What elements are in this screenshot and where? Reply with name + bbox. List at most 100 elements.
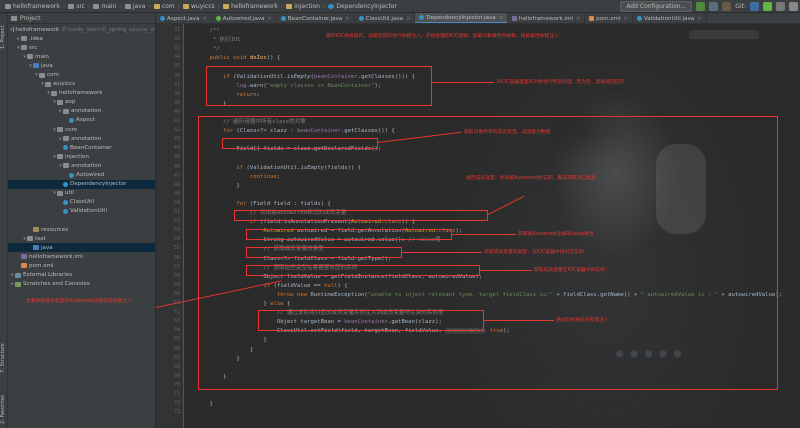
tree-item[interactable]: ▸ Scratches and Consoles [8,280,155,289]
annotation-box-setfield [258,310,484,331]
tree-item[interactable]: java [8,243,155,253]
tree-item[interactable]: pom.xml [8,261,155,270]
editor-tab[interactable]: BeanContainer.java × [277,13,355,23]
close-icon[interactable]: × [268,16,272,22]
breadcrumb-item[interactable]: wuyiccs [180,3,218,10]
tree-item[interactable]: ▾ src [8,43,155,52]
history-icon[interactable] [776,2,785,11]
tree-item[interactable]: ▾ test [8,234,155,243]
line-number: 55 [173,245,180,252]
code-line[interactable]: } [196,400,212,409]
annotation-note-instance: 获取成员变量在IOC容器中的实例 [534,268,605,273]
close-icon[interactable]: × [499,15,503,21]
tree-item[interactable]: ClassUtil [8,198,155,207]
pkgf-icon [63,163,69,169]
code-line[interactable]: * 执行IOC [196,36,241,45]
tree-item[interactable]: Aspect [8,116,155,125]
tool-tab-favorites[interactable]: 2: Favorites [0,393,8,425]
editor-tab-label: helloframework.iml [518,15,573,22]
breadcrumb-item[interactable]: src [65,3,88,10]
editor-tab[interactable]: pom.xml × [585,13,633,23]
line-number: 33 [173,45,180,52]
folder-icon [124,3,131,9]
tree-item[interactable]: BeanContainer [8,143,155,152]
editor-tab[interactable]: DependencyInjector.java × [415,13,508,23]
annotation-note-top: 循环IOC相关操作，加载完成的进行依赖注入，开始处理的IOC逻辑：加载对象属性的… [326,34,559,39]
tree-item-label: Autowired [76,172,105,179]
code-line[interactable]: /** [196,27,219,36]
git-commit-icon[interactable] [763,2,772,11]
tree-item[interactable]: ▾ core [8,125,155,134]
class-icon [63,145,68,151]
editor-tab-label: Autowired.java [222,15,265,22]
debug-icon[interactable] [709,2,719,11]
tool-tab-structure[interactable]: 7: Structure [0,343,8,373]
breadcrumb-item[interactable]: helloframework [220,3,281,10]
editor-tab[interactable]: Aspect.java × [156,13,212,23]
tree-item[interactable]: ▸ External Libraries [8,271,155,280]
tree-item[interactable]: ▾ wuyiccs [8,80,155,89]
breadcrumb-item[interactable]: com [151,3,178,10]
breadcrumb-item[interactable]: injection [283,3,323,10]
tree-item[interactable]: ▸ annotation [8,107,155,116]
tree-item-label: injection [65,153,89,160]
close-icon[interactable]: × [697,16,701,22]
line-number: 47 [173,172,180,179]
tree-item[interactable]: ▾ util [8,189,155,198]
tree-item-path: D:\code_learn\0_spring_source_w [62,26,155,33]
git-update-icon[interactable] [750,2,759,11]
tree-item[interactable]: ▸ .idea [8,34,155,43]
breadcrumb-item[interactable]: DependencyInjector [325,3,400,10]
editor-tab[interactable]: ClassUtil.java × [355,13,416,23]
code-line[interactable]: public void doIoc() { [196,54,280,63]
code-line[interactable]: */ [196,45,220,54]
annotation-note-fields: 获取对象所有的成员变量，返回值为数组 [464,130,551,135]
close-icon[interactable]: × [203,16,207,22]
tree-item[interactable]: ▾ com [8,70,155,79]
code-editor[interactable]: ● ● ● ● ● 31 32 33 34 35 36 37 38 39 40 41 42 43 44 45… [156,24,800,428]
class-icon [328,3,335,9]
close-icon[interactable]: × [406,16,410,22]
tree-item[interactable]: ▾ annotation [8,161,155,170]
tree-item-label: test [35,235,46,242]
tree-item[interactable]: ▾ injection [8,152,155,161]
annotation-note-type: 获取成员变量的类型，在IOC容器中找对应实例 [484,250,584,255]
project-panel-title[interactable]: Project [20,15,41,22]
tree-item[interactable]: helloframework.iml [8,252,155,261]
breadcrumb-item[interactable]: helloframework [2,3,63,10]
tree-item[interactable]: ▾ java [8,61,155,70]
annotation-box-autowired-value [246,229,452,240]
close-icon[interactable]: × [576,16,580,22]
stop-icon[interactable] [722,2,732,11]
tree-item[interactable]: ▸ annotation [8,134,155,143]
line-number: 45 [173,154,180,161]
tool-tab-project[interactable]: 1: Project [0,17,8,57]
breadcrumb-item[interactable]: java [122,3,149,10]
xml-file-icon [589,16,595,21]
tree-item[interactable]: ▾ helloframework [8,89,155,98]
run-icon[interactable] [696,2,706,11]
editor-tab[interactable]: helloframework.iml × [508,13,586,23]
line-number: 51 [173,209,180,215]
class-icon [63,199,68,205]
editor-tab[interactable]: Autowired.java × [212,13,277,23]
tree-item[interactable]: DependencyInjector [8,179,155,189]
tree-item[interactable]: ▾ helloframework D:\code_learn\0_spring_so… [8,25,155,34]
breadcrumb-item[interactable]: main [90,3,119,10]
close-icon[interactable]: × [624,16,628,22]
tree-item[interactable]: ValidationUtil [8,207,155,216]
line-number: 69 [173,372,180,379]
close-icon[interactable]: × [345,16,349,22]
line-number: 54 [173,236,180,243]
breadcrumb-label: com [161,2,175,10]
folder-icon [21,36,27,42]
tree-item[interactable]: Autowired [8,171,155,180]
tree-item[interactable]: resources [8,225,155,234]
add-configuration-button[interactable]: Add Configuration... [620,1,693,12]
editor-tab[interactable]: ValidationUtil.java × [633,13,707,23]
search-icon[interactable] [789,2,798,11]
tree-item[interactable]: ▾ main [8,52,155,61]
tree-item[interactable]: ▾ aop [8,98,155,107]
line-number: 73 [173,409,180,416]
breadcrumb-label: src [76,2,85,10]
